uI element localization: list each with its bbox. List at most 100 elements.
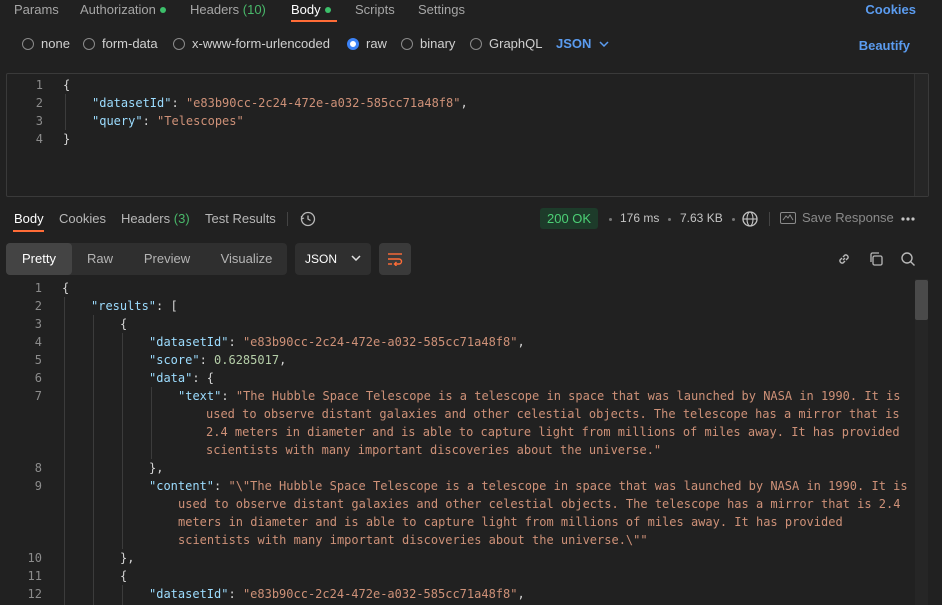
tab-body[interactable]: Body — [291, 2, 331, 17]
tab-count: (10) — [242, 2, 266, 17]
tab-label: Authorization — [80, 2, 156, 17]
tab-scripts[interactable]: Scripts — [355, 2, 395, 17]
line-number: 4 — [35, 132, 43, 146]
indent-guide — [122, 585, 123, 605]
view-mode-visualize[interactable]: Visualize — [206, 243, 287, 275]
json-colon: : — [228, 587, 243, 601]
divider — [287, 212, 288, 226]
radio-label: GraphQL — [489, 36, 543, 51]
json-key: "content" — [149, 479, 215, 493]
response-tab-headers[interactable]: Headers (3) — [121, 211, 190, 226]
code-line: "datasetId": "e83b90cc-2c24-472e-a032-58… — [149, 333, 525, 351]
tab-authorization[interactable]: Authorization — [80, 2, 166, 17]
response-tab-body[interactable]: Body — [14, 211, 44, 226]
code-line: "query": "Telescopes" — [92, 112, 244, 130]
line-number: 7 — [34, 389, 42, 403]
indent-guide — [64, 297, 65, 605]
json-string: "e83b90cc-2c24-472e-a032-585cc71a48f8" — [242, 335, 518, 349]
line-number: 10 — [27, 551, 42, 565]
json-string: "e83b90cc-2c24-472e-a032-585cc71a48f8" — [242, 587, 518, 601]
raw-language-select[interactable]: JSON — [556, 36, 609, 51]
modified-dot — [159, 6, 166, 13]
line-number: 2 — [34, 299, 42, 313]
code-brace: }, — [120, 551, 135, 565]
response-tab-test-results[interactable]: Test Results — [205, 211, 276, 226]
link-icon[interactable] — [835, 250, 853, 268]
radio-circle — [470, 37, 482, 50]
tab-label: Body — [291, 2, 321, 17]
response-tab-cookies[interactable]: Cookies — [59, 211, 106, 226]
json-colon: : — [228, 335, 243, 349]
response-format-label: JSON — [305, 252, 338, 266]
indent-guide — [93, 315, 94, 605]
indent-guide — [122, 333, 123, 549]
json-comma: , — [460, 96, 468, 110]
json-colon: : — [171, 96, 186, 110]
status-badge[interactable]: 200 OK — [540, 208, 599, 229]
active-tab-indicator — [291, 20, 337, 22]
request-tabs: Params Authorization Headers (10) Body S… — [0, 0, 942, 22]
tab-label: Headers — [121, 211, 171, 226]
line-number: 4 — [34, 335, 42, 349]
json-comma: , — [517, 587, 525, 601]
line-number: 3 — [35, 114, 43, 128]
response-format-select[interactable]: JSON — [295, 243, 371, 275]
response-size[interactable]: 7.63 KB — [680, 211, 723, 225]
cookies-link[interactable]: Cookies — [865, 2, 916, 17]
json-string: "\"The Hubble Space Telescope is a teles… — [228, 479, 908, 493]
json-string: "e83b90cc-2c24-472e-a032-585cc71a48f8" — [185, 96, 461, 110]
json-string-wrap: used to observe distant galaxies and oth… — [206, 407, 900, 421]
code-brace: { — [120, 569, 128, 583]
view-mode-raw[interactable]: Raw — [72, 243, 128, 275]
code-line: "datasetId": "e83b90cc-2c24-472e-a032-58… — [92, 94, 468, 112]
separator-dot — [732, 218, 735, 221]
tab-params[interactable]: Params — [14, 2, 59, 17]
view-mode-preview[interactable]: Preview — [128, 243, 206, 275]
save-response-button[interactable]: Save Response — [780, 210, 894, 225]
editor-scrollbar[interactable] — [914, 74, 928, 196]
response-tabs: Body Cookies Headers (3) Test Results 20… — [0, 208, 942, 232]
line-number: 1 — [35, 78, 43, 92]
radio-binary[interactable]: binary — [401, 36, 455, 51]
json-key: "score" — [149, 353, 200, 367]
radio-label: form-data — [102, 36, 158, 51]
view-mode-pretty[interactable]: Pretty — [6, 243, 72, 275]
request-body-editor[interactable]: 1 2 3 4 { "datasetId": "e83b90cc-2c24-47… — [6, 73, 929, 197]
code-line: "text": "The Hubble Space Telescope is a… — [178, 387, 900, 405]
code-line: "datasetId": "e83b90cc-2c24-472e-a032-58… — [149, 585, 525, 603]
tab-label: Params — [14, 2, 59, 17]
tab-headers[interactable]: Headers (10) — [190, 2, 266, 17]
globe-icon[interactable] — [741, 210, 759, 228]
json-colon: : — [142, 114, 158, 128]
radio-none[interactable]: none — [22, 36, 70, 51]
radio-label: none — [41, 36, 70, 51]
radio-label: raw — [366, 36, 387, 51]
json-string-wrap: used to observe distant galaxies and oth… — [178, 497, 901, 511]
response-body-viewer[interactable]: 1 2 3 4 5 6 7 8 9 10 11 12 { "results": … — [0, 279, 942, 605]
search-icon[interactable] — [899, 250, 917, 268]
more-icon[interactable] — [900, 212, 916, 226]
radio-raw[interactable]: raw — [347, 36, 387, 51]
radio-graphql[interactable]: GraphQL — [470, 36, 542, 51]
response-scrollbar-thumb[interactable] — [915, 280, 928, 320]
radio-form-data[interactable]: form-data — [83, 36, 158, 51]
radio-circle — [401, 37, 413, 50]
response-time[interactable]: 176 ms — [620, 211, 659, 225]
copy-icon[interactable] — [867, 250, 885, 268]
line-number: 3 — [34, 317, 42, 331]
radio-x-www-form-urlencoded[interactable]: x-www-form-urlencoded — [173, 36, 330, 51]
beautify-button[interactable]: Beautify — [859, 38, 910, 53]
code-line: "data": { — [149, 369, 214, 387]
active-tab-indicator — [13, 230, 44, 232]
response-scrollbar-track[interactable] — [915, 279, 928, 605]
code-brace: } — [63, 132, 71, 146]
indent-guide — [151, 387, 152, 459]
wrap-lines-button[interactable] — [379, 243, 411, 275]
history-icon[interactable] — [299, 210, 317, 228]
tab-settings[interactable]: Settings — [418, 2, 465, 17]
modified-dot — [324, 6, 331, 13]
radio-circle — [173, 37, 185, 50]
line-number: 9 — [34, 479, 42, 493]
line-number: 11 — [27, 569, 42, 583]
radio-label: binary — [420, 36, 456, 51]
